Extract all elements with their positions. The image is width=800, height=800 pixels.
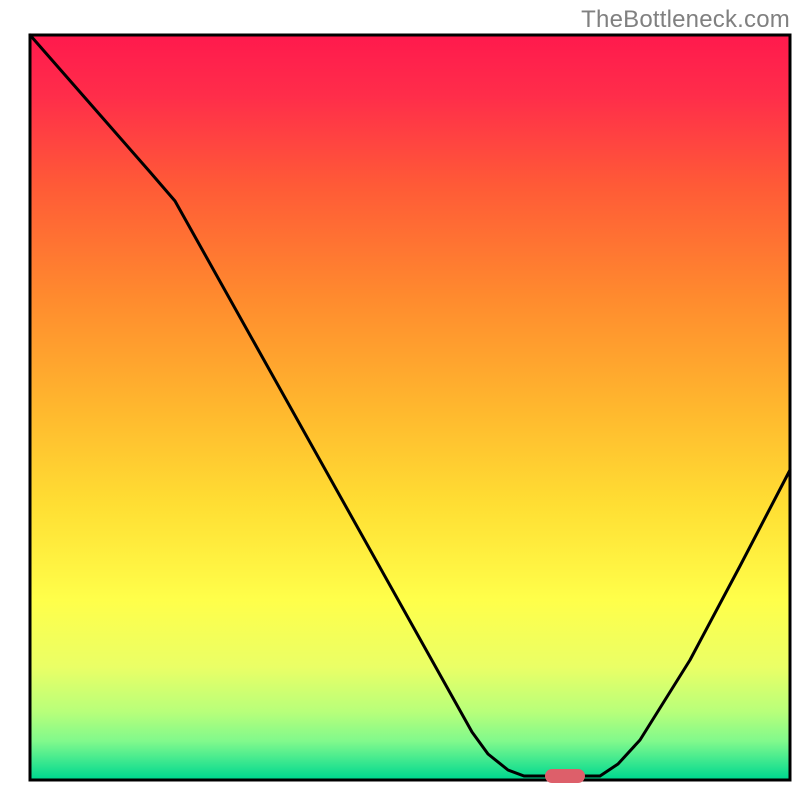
minimum-marker xyxy=(545,769,585,783)
bottleneck-curve-chart xyxy=(0,0,800,800)
chart-stage: TheBottleneck.com xyxy=(0,0,800,800)
plot-gradient-fill xyxy=(32,37,789,779)
watermark-text: TheBottleneck.com xyxy=(581,6,790,34)
